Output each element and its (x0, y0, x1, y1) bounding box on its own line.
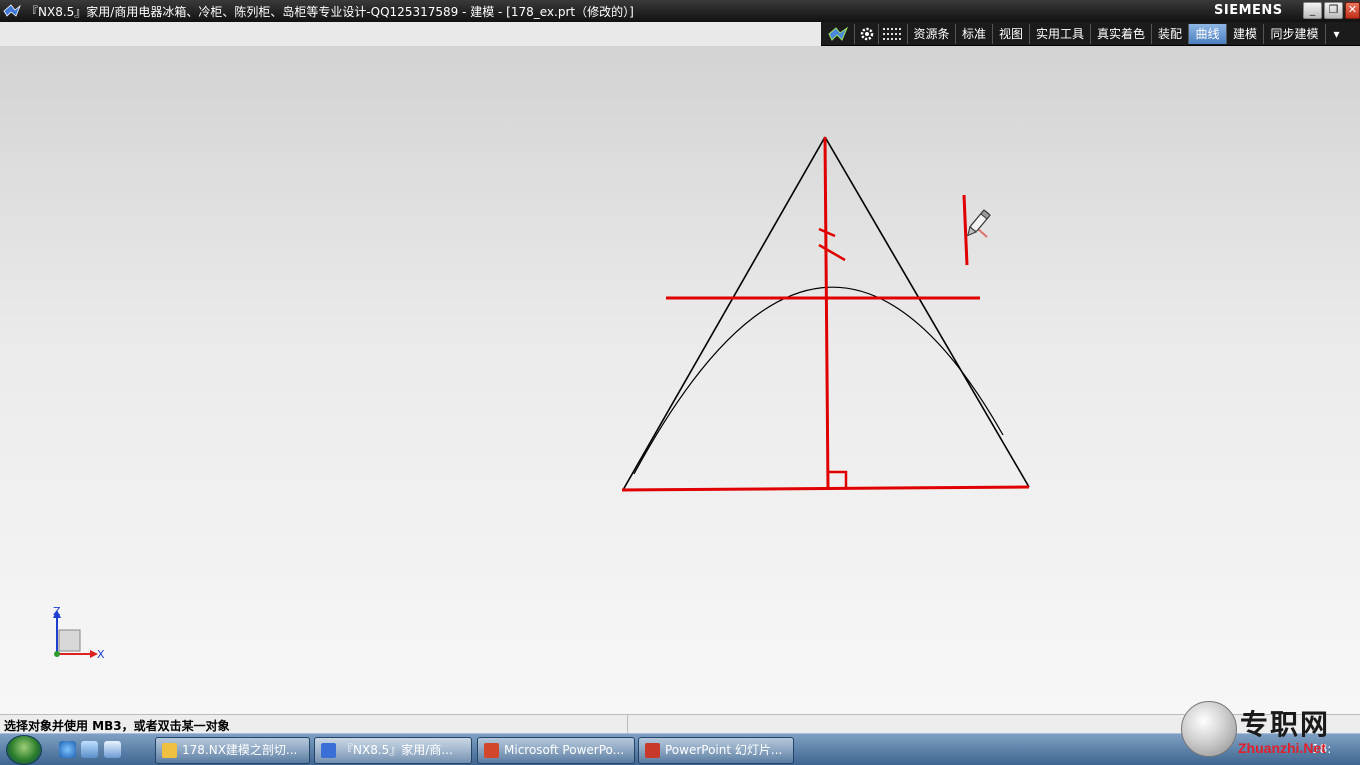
status-bar: 选择对象并使用 MB3，或者双击某一对象 (0, 714, 1360, 733)
section-curve (633, 286, 1004, 475)
tab-synchronous-modeling[interactable]: 同步建模 (1263, 24, 1325, 44)
tab-view[interactable]: 视图 (992, 24, 1029, 44)
tab-resource-bar[interactable]: 资源条 (907, 24, 955, 44)
gear-icon[interactable] (854, 24, 878, 44)
task-label: 178.NX建模之剖切... (182, 743, 298, 757)
slideshow-icon (645, 743, 660, 758)
tab-assembly[interactable]: 装配 (1151, 24, 1188, 44)
nx-logo-icon[interactable] (823, 24, 853, 44)
red-side-stroke (962, 194, 969, 266)
task-label: 『NX8.5』家用/商... (341, 743, 453, 757)
status-cue: 选择对象并使用 MB3，或者双击某一对象 (4, 719, 230, 733)
title-bar: 『NX8.5』家用/商用电器冰箱、冷柜、陈列柜、岛柜等专业设计-QQ125317… (0, 0, 1360, 22)
status-divider (627, 715, 628, 733)
toolbar-overflow-icon[interactable]: ▾ (1325, 24, 1347, 44)
triangle-right-side (824, 136, 1030, 488)
task-button[interactable]: 『NX8.5』家用/商... (314, 737, 472, 764)
task-button[interactable]: 178.NX建模之剖切... (155, 737, 310, 764)
tab-standard[interactable]: 标准 (955, 24, 992, 44)
task-button[interactable]: Microsoft PowerPo... (477, 737, 635, 764)
pen-cursor-icon (967, 209, 991, 237)
task-button[interactable]: PowerPoint 幻灯片... (638, 737, 794, 764)
nx-icon (321, 743, 336, 758)
sketch-canvas: Z X (53, 136, 1030, 661)
watermark-title: 专职网 (1240, 708, 1331, 741)
restore-button[interactable]: ❐ (1324, 2, 1343, 19)
resource-toolbar: 资源条 标准 视图 实用工具 真实着色 装配 曲线 建模 同步建模 ▾ (821, 22, 1360, 46)
siemens-logo: SIEMENS (1214, 3, 1283, 18)
red-axis-line (823, 136, 830, 490)
red-small-stroke (977, 228, 988, 238)
minimize-button[interactable]: _ (1303, 2, 1322, 19)
graphics-window[interactable]: Z X (0, 46, 1360, 714)
ie-icon[interactable] (59, 741, 76, 758)
tab-true-shading[interactable]: 真实着色 (1090, 24, 1151, 44)
tick-mark-2 (818, 243, 846, 262)
watermark-url: Zhuanzhi.Net (1238, 740, 1326, 756)
triad-x-label: X (97, 648, 105, 661)
task-label: Microsoft PowerPo... (504, 743, 625, 757)
right-angle-mark (828, 470, 848, 487)
show-desktop-icon[interactable] (104, 741, 121, 758)
start-button[interactable] (6, 735, 42, 765)
watermark-logo-icon (1181, 701, 1237, 757)
window-title: 『NX8.5』家用/商用电器冰箱、冷柜、陈列柜、岛柜等专业设计-QQ125317… (26, 5, 634, 19)
folder-icon (162, 743, 177, 758)
tab-modeling[interactable]: 建模 (1226, 24, 1263, 44)
windows-taskbar: 178.NX建模之剖切... 『NX8.5』家用/商... Microsoft … (0, 733, 1360, 765)
tab-curve[interactable]: 曲线 (1188, 24, 1226, 44)
triangle-left-side (622, 136, 826, 491)
powerpoint-icon (484, 743, 499, 758)
triad-z-label: Z (53, 605, 61, 618)
close-button[interactable]: ✕ (1345, 2, 1360, 19)
grid-icon[interactable] (878, 24, 906, 44)
tab-utilities[interactable]: 实用工具 (1029, 24, 1090, 44)
network-icon[interactable] (81, 741, 98, 758)
nx-app-icon[interactable] (3, 3, 21, 19)
task-label: PowerPoint 幻灯片... (665, 743, 783, 757)
red-base-line (621, 485, 1030, 492)
